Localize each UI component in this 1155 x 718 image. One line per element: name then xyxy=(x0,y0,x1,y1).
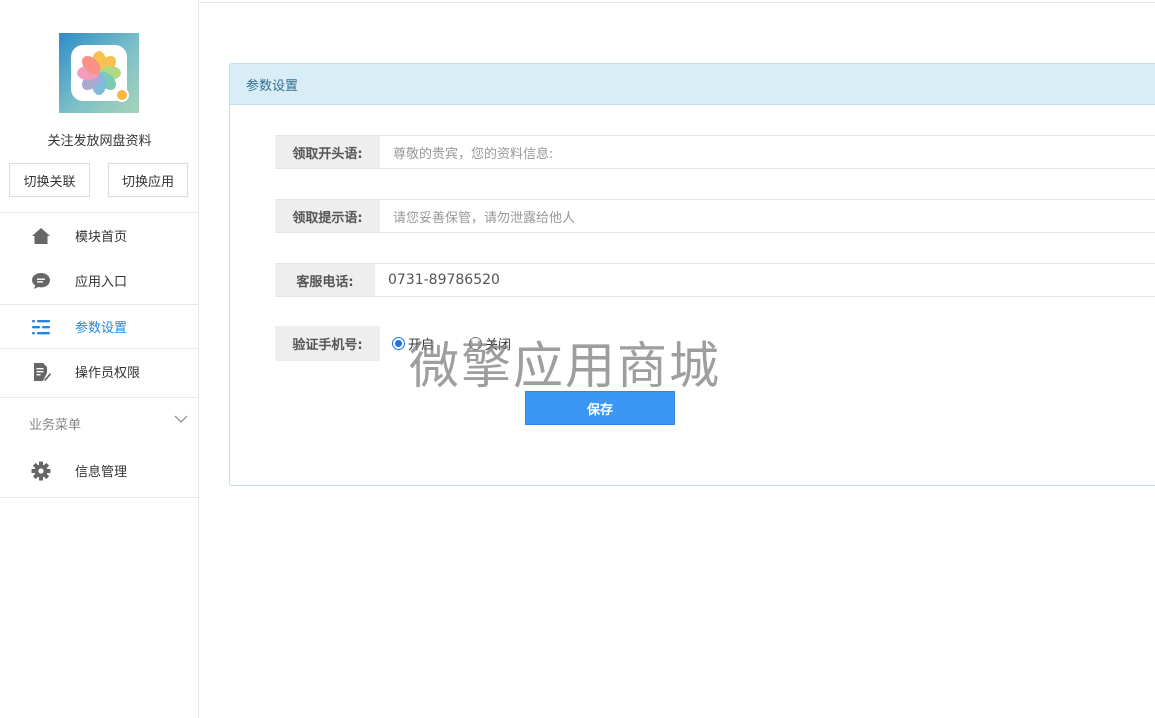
sidebar-item-label: 参数设置 xyxy=(75,321,128,336)
sidebar-item-info-management[interactable]: 信息管理 xyxy=(0,448,199,493)
sliders-icon xyxy=(32,319,50,334)
sidebar-item-label: 应用入口 xyxy=(75,275,128,290)
field-label: 客服电话: xyxy=(275,264,375,296)
sidebar-item-label: 模块首页 xyxy=(75,230,128,245)
opening-message-input[interactable]: 尊敬的贵宾，您的资料信息: xyxy=(380,136,1155,168)
radio-label: 关闭 xyxy=(485,338,512,353)
service-phone-input[interactable]: 0731-89786520 xyxy=(375,264,1155,296)
gear-icon xyxy=(31,461,51,480)
radio-unchecked-icon xyxy=(469,337,483,350)
radio-label: 开启 xyxy=(408,338,435,353)
switch-app-button[interactable]: 切换应用 xyxy=(108,163,188,197)
switch-link-button[interactable]: 切换关联 xyxy=(9,163,90,197)
field-reminder-message: 领取提示语: 请您妥善保管，请勿泄露给他人 xyxy=(275,199,1155,233)
sidebar-item-operator-permissions[interactable]: 操作员权限 xyxy=(0,349,199,394)
field-label: 领取开头语: xyxy=(275,136,380,168)
divider xyxy=(0,397,199,398)
sidebar-item-label: 操作员权限 xyxy=(75,366,141,381)
sidebar-item-settings[interactable]: 参数设置 xyxy=(0,304,199,349)
panel-title: 参数设置 xyxy=(230,64,1155,105)
field-label: 验证手机号: xyxy=(275,326,380,361)
app-logo xyxy=(59,33,139,113)
chat-bubble-icon xyxy=(32,272,50,289)
radio-checked-icon xyxy=(392,337,405,350)
save-button[interactable]: 保存 xyxy=(525,391,675,425)
sidebar-item-label: 信息管理 xyxy=(75,465,128,480)
app-name: 关注发放网盘资料 xyxy=(47,134,152,149)
top-divider xyxy=(199,2,1155,3)
home-icon xyxy=(32,227,50,244)
sidebar-item-module-home[interactable]: 模块首页 xyxy=(0,213,199,258)
field-verify-phone: 验证手机号: 开启 关闭 xyxy=(275,326,511,361)
divider xyxy=(0,497,199,498)
reminder-message-input[interactable]: 请您妥善保管，请勿泄露给他人 xyxy=(380,200,1155,232)
field-label: 领取提示语: xyxy=(275,200,380,232)
sidebar-item-app-entry[interactable]: 应用入口 xyxy=(0,258,199,303)
field-opening-message: 领取开头语: 尊敬的贵宾，您的资料信息: xyxy=(275,135,1155,169)
field-service-phone: 客服电话: 0731-89786520 xyxy=(275,263,1155,297)
chevron-down-icon[interactable] xyxy=(174,414,188,424)
sidebar: 关注发放网盘资料 切换关联 切换应用 模块首页 应用入口 参数设置 操作员权限 … xyxy=(0,0,199,718)
verify-on-radio[interactable]: 开启 xyxy=(392,334,434,353)
business-menu-title[interactable]: 业务菜单 xyxy=(29,414,81,433)
upload-badge-icon xyxy=(115,88,129,102)
document-edit-icon xyxy=(34,362,51,381)
verify-off-radio[interactable]: 关闭 xyxy=(469,334,511,353)
